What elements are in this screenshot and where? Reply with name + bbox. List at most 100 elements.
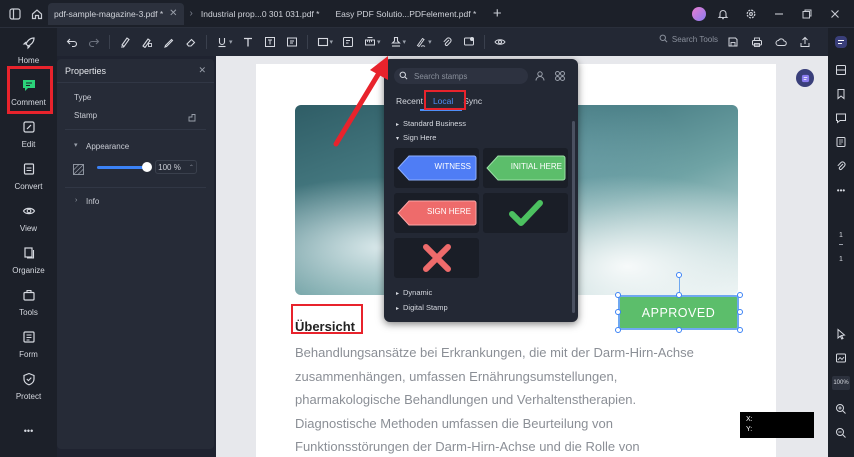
resize-handle[interactable] (737, 327, 743, 333)
sidebar-item-protect[interactable]: Protect (4, 366, 53, 406)
print-icon[interactable] (746, 31, 768, 53)
sidebar-item-organize[interactable]: Organize (4, 240, 53, 280)
stamp-tile-sign-here[interactable]: SIGN HERE (394, 193, 479, 233)
save-icon[interactable] (722, 31, 744, 53)
stamp-tile-witness[interactable]: WITNESS (394, 148, 479, 188)
sidebar-item-home[interactable]: Home (4, 30, 53, 70)
home-icon[interactable] (26, 3, 48, 25)
tab-industrial-prop[interactable]: Industrial prop...0 301 031.pdf * (195, 3, 326, 25)
bookmark-icon[interactable] (833, 86, 849, 102)
attachment-icon[interactable] (436, 31, 458, 53)
user-stamp-icon[interactable] (534, 69, 546, 87)
paperclip-icon[interactable] (833, 158, 849, 174)
screenshot-icon[interactable] (833, 350, 849, 366)
sidebar-toggle-icon[interactable] (4, 3, 26, 25)
zoom-out-icon[interactable] (833, 425, 849, 441)
red-arrow-annotation (333, 56, 388, 147)
resize-handle[interactable] (737, 292, 743, 298)
stamp-shape-icon[interactable] (187, 110, 197, 128)
resize-handle[interactable] (676, 292, 682, 298)
bell-icon[interactable] (712, 3, 734, 25)
zoom-level[interactable]: 100% (832, 376, 850, 390)
resize-handle[interactable] (676, 327, 682, 333)
more-options-icon[interactable]: ••• (833, 182, 849, 198)
opacity-input[interactable]: 100 % ⌃ (155, 160, 197, 174)
avatar[interactable] (692, 7, 706, 21)
sidebar-item-convert[interactable]: Convert (4, 156, 53, 196)
stamp-list-scrollbar[interactable] (572, 121, 575, 313)
zoom-in-icon[interactable] (833, 401, 849, 417)
shield-icon (22, 372, 36, 389)
right-rail: ••• 1 1 100% (828, 28, 854, 457)
stamp-tile-cross[interactable] (394, 238, 479, 278)
resize-handle[interactable] (615, 327, 621, 333)
approved-stamp[interactable]: APPROVED (618, 295, 739, 330)
minimize-icon[interactable] (768, 3, 790, 25)
new-tab-button[interactable]: + (486, 3, 508, 25)
more-menu-button[interactable]: ••• (0, 426, 57, 436)
add-comment-icon[interactable] (458, 31, 480, 53)
area-highlight-icon[interactable] (136, 31, 158, 53)
category-label: Sign Here (403, 133, 437, 142)
grid-icon[interactable] (554, 69, 566, 87)
close-icon[interactable]: ✕ (198, 65, 206, 76)
search-tools-button[interactable]: Search Tools (659, 34, 718, 45)
sidebar-item-edit[interactable]: Edit (4, 114, 53, 154)
text-icon[interactable] (237, 31, 259, 53)
attachment-list-icon[interactable] (833, 134, 849, 150)
resize-handle[interactable] (615, 292, 621, 298)
chevron-right-icon[interactable]: › (75, 197, 77, 204)
chevron-down-icon[interactable]: ▾ (229, 38, 233, 46)
chevron-down-icon[interactable]: ▾ (74, 141, 78, 149)
opacity-slider-handle[interactable] (142, 162, 152, 172)
category-sign-here[interactable]: ▾ Sign Here (396, 133, 436, 142)
sidebar-item-form[interactable]: Form (4, 324, 53, 364)
tab-easy-pdf-solution[interactable]: Easy PDF Solutio...PDFelement.pdf * (330, 3, 483, 25)
share-icon[interactable] (794, 31, 816, 53)
sidebar-item-tools[interactable]: Tools (4, 282, 53, 322)
sidebar-item-label: Organize (12, 265, 45, 275)
redo-icon[interactable] (83, 31, 105, 53)
category-standard-business[interactable]: ▸ Standard Business (396, 119, 466, 128)
stamp-tile-initial-here[interactable]: INITIAL HERE (483, 148, 568, 188)
eraser-icon[interactable] (180, 31, 202, 53)
body-paragraph: Behandlungsansätze bei Erkrankungen, die… (295, 341, 755, 457)
close-window-icon[interactable] (824, 3, 846, 25)
stepper-icon[interactable]: ⌃ (189, 164, 194, 171)
comment-list-icon[interactable] (833, 110, 849, 126)
thumbnail-icon[interactable] (833, 62, 849, 78)
category-dynamic[interactable]: ▸ Dynamic (396, 288, 432, 297)
chevron-down-icon[interactable]: ▾ (330, 38, 334, 46)
ai-icon[interactable] (833, 34, 849, 50)
chevron-down-icon[interactable]: ▾ (403, 38, 407, 46)
resize-handle[interactable] (737, 309, 743, 315)
undo-icon[interactable] (61, 31, 83, 53)
ai-assistant-button[interactable] (796, 69, 814, 87)
restore-icon[interactable] (796, 3, 818, 25)
cloud-upload-icon[interactable] (770, 31, 792, 53)
highlighter-icon[interactable] (114, 31, 136, 53)
category-digital-stamp[interactable]: ▸ Digital Stamp (396, 303, 448, 312)
show-hide-icon[interactable] (489, 31, 511, 53)
chevron-down-icon[interactable]: ▾ (428, 38, 432, 46)
page-number-current[interactable]: 1 (828, 232, 854, 239)
appearance-label: Appearance (86, 142, 130, 151)
tab-sync[interactable]: Sync (463, 96, 482, 106)
pencil-icon[interactable] (158, 31, 180, 53)
sidebar-item-view[interactable]: View (4, 198, 53, 238)
resize-handle[interactable] (615, 309, 621, 315)
gear-icon[interactable] (740, 3, 762, 25)
stamp-tile-checkmark[interactable] (483, 193, 568, 233)
tab-chevron-icon: › (189, 8, 193, 19)
paragraph-line: zusammenhängen, umfassen Ernährungsumste… (295, 368, 618, 384)
stamp-search-input[interactable]: Search stamps (394, 68, 528, 84)
tab-recent[interactable]: Recent (396, 96, 423, 106)
chevron-down-icon[interactable]: ▾ (377, 38, 381, 46)
search-placeholder: Search stamps (414, 71, 468, 81)
close-tab-icon[interactable]: ✕ (169, 8, 177, 19)
tab-pdf-sample-magazine[interactable]: pdf-sample-magazine-3.pdf * ✕ (48, 2, 184, 25)
textbox-icon[interactable] (259, 31, 281, 53)
callout-icon[interactable] (281, 31, 303, 53)
category-label: Standard Business (403, 119, 466, 128)
select-cursor-icon[interactable] (833, 326, 849, 342)
